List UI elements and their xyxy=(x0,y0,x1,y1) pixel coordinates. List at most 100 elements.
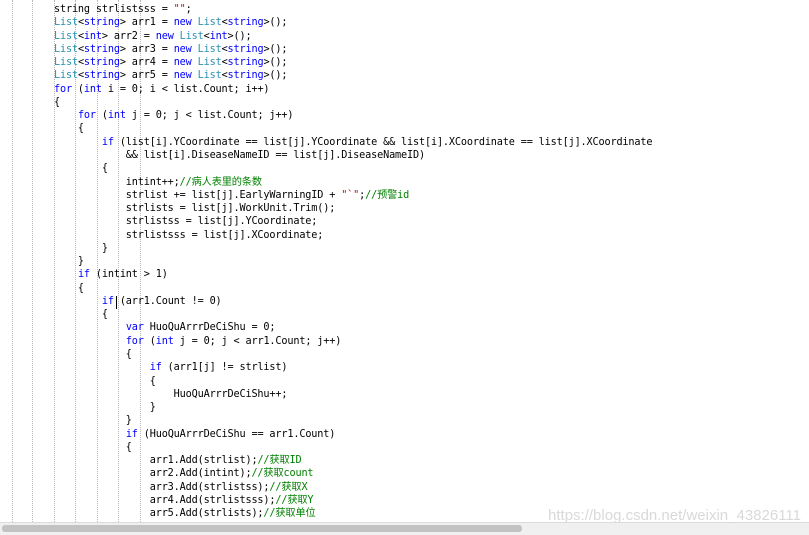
code-line[interactable]: arr4.Add(strlistsss);//获取Y xyxy=(54,494,314,507)
code-line[interactable]: } xyxy=(54,255,84,268)
code-token: string strlistsss = xyxy=(54,4,174,15)
code-line[interactable]: { xyxy=(54,282,84,295)
code-token: int xyxy=(83,83,102,95)
code-line[interactable]: HuoQuArrrDeCiShu++; xyxy=(54,388,288,401)
code-token: { xyxy=(54,441,132,453)
code-line[interactable]: List<string> arr4 = new List<string>(); xyxy=(54,56,288,69)
code-line[interactable]: strlists = list[j].WorkUnit.Trim(); xyxy=(54,202,336,215)
code-line[interactable]: if (arr1.Count != 0) xyxy=(54,295,222,308)
code-token: string xyxy=(83,70,120,82)
code-token: List xyxy=(191,57,222,69)
code-line[interactable]: { xyxy=(54,162,108,175)
code-token: List xyxy=(191,43,222,55)
code-token: //病人表里的条数 xyxy=(179,176,262,188)
code-line[interactable]: strlistss = list[j].YCoordinate; xyxy=(54,215,318,228)
code-line[interactable]: if (HuoQuArrrDeCiShu == arr1.Count) xyxy=(54,428,336,441)
code-token: ; xyxy=(185,4,192,15)
code-line[interactable]: { xyxy=(54,96,60,109)
code-token: if xyxy=(101,136,114,148)
code-line[interactable]: for (int j = 0; j < list.Count; j++) xyxy=(54,109,294,122)
text-cursor xyxy=(116,296,117,309)
code-token: >(); xyxy=(227,30,252,42)
code-editor[interactable]: string strlistsss = ""; List<string> arr1… xyxy=(0,0,809,522)
code-line[interactable]: List<string> arr3 = new List<string>(); xyxy=(54,43,288,56)
code-token: ( xyxy=(71,83,84,95)
code-line[interactable]: var HuoQuArrrDeCiShu = 0; xyxy=(54,321,276,334)
code-token: } xyxy=(54,242,108,254)
code-token: List xyxy=(54,57,78,69)
code-token: //获取单位 xyxy=(263,508,316,520)
code-line[interactable]: strlistsss = list[j].XCoordinate; xyxy=(54,229,324,242)
code-line[interactable]: { xyxy=(54,122,84,135)
code-token: for xyxy=(125,335,144,347)
code-token: if xyxy=(125,428,138,440)
code-token: { xyxy=(54,309,108,321)
code-line[interactable]: { xyxy=(54,308,108,321)
indent-guide xyxy=(12,0,13,522)
code-line[interactable]: intint++;//病人表里的条数 xyxy=(54,176,262,189)
code-line[interactable]: List<string> arr5 = new List<string>(); xyxy=(54,69,288,82)
code-token: strlist += list[j].EarlyWarningID + xyxy=(54,189,342,201)
code-token: //获取Y xyxy=(275,494,314,506)
scrollbar-thumb[interactable] xyxy=(2,525,522,532)
code-token: new xyxy=(173,57,192,69)
code-token: j = 0; j < arr1.Count; j++) xyxy=(173,335,342,347)
code-token: //获取count xyxy=(251,468,314,480)
code-line[interactable]: if (list[i].YCoordinate == list[j].YCoor… xyxy=(54,136,653,149)
code-line[interactable]: { xyxy=(54,348,132,361)
code-token: >(); xyxy=(263,70,288,82)
code-token: (HuoQuArrrDeCiShu == arr1.Count) xyxy=(137,428,336,440)
code-line[interactable]: { xyxy=(54,441,132,454)
code-line[interactable]: for (int j = 0; j < arr1.Count; j++) xyxy=(54,335,342,348)
code-token: List xyxy=(191,70,222,82)
code-token: new xyxy=(173,17,192,29)
code-line[interactable]: if (intint > 1) xyxy=(54,268,168,281)
code-line[interactable]: } xyxy=(54,414,132,427)
code-token: for xyxy=(77,110,96,122)
code-token: new xyxy=(173,70,192,82)
code-line[interactable]: List<int> arr2 = new List<int>(); xyxy=(54,30,252,43)
code-token: string xyxy=(227,57,264,69)
code-token: { xyxy=(54,282,84,294)
code-line[interactable]: List<string> arr1 = new List<string>(); xyxy=(54,16,288,29)
code-line[interactable]: } xyxy=(54,242,108,255)
watermark-text: https://blog.csdn.net/weixin_43826111 xyxy=(548,507,801,524)
code-token: >(); xyxy=(263,17,288,29)
code-line[interactable]: arr5.Add(strlists);//获取单位 xyxy=(54,507,316,520)
code-token: (intint > 1) xyxy=(89,269,168,281)
code-token: strlists = list[j].WorkUnit.Trim(); xyxy=(54,203,336,215)
code-token: } xyxy=(54,402,156,414)
code-token: string xyxy=(83,57,120,69)
code-token: string xyxy=(227,17,264,29)
code-line[interactable]: arr1.Add(strlist);//获取ID xyxy=(54,454,302,467)
code-token: int xyxy=(155,335,174,347)
code-token: string xyxy=(227,70,264,82)
code-line[interactable]: arr2.Add(intint);//获取count xyxy=(54,467,314,480)
code-token: new xyxy=(155,30,174,42)
code-token: { xyxy=(54,375,156,387)
code-line[interactable]: arr3.Add(strlistss);//获取X xyxy=(54,481,308,494)
code-line[interactable]: for (int i = 0; i < list.Count; i++) xyxy=(54,83,270,96)
code-token: string xyxy=(83,17,120,29)
code-line[interactable]: && list[i].DiseaseNameID == list[j].Dise… xyxy=(54,149,425,162)
code-token: arr5.Add(strlists); xyxy=(54,508,264,520)
code-token: strlistsss = list[j].XCoordinate; xyxy=(54,229,324,241)
code-line[interactable]: { xyxy=(54,375,156,388)
code-token: (arr1[j] != strlist) xyxy=(161,362,288,374)
code-line[interactable]: strlist += list[j].EarlyWarningID + "`";… xyxy=(54,189,410,202)
code-line[interactable]: if (arr1[j] != strlist) xyxy=(54,361,288,374)
code-token: //获取ID xyxy=(257,455,302,467)
indent-guide xyxy=(32,0,33,522)
code-token: ( xyxy=(143,335,156,347)
code-line[interactable]: } xyxy=(54,401,156,414)
code-token: && list[i].DiseaseNameID == list[j].Dise… xyxy=(54,149,425,161)
code-token: string xyxy=(227,43,264,55)
code-token: "" xyxy=(173,4,186,15)
code-line[interactable]: string strlistsss = ""; xyxy=(54,3,192,16)
code-token: ( xyxy=(95,110,108,122)
code-token: >(); xyxy=(263,43,288,55)
